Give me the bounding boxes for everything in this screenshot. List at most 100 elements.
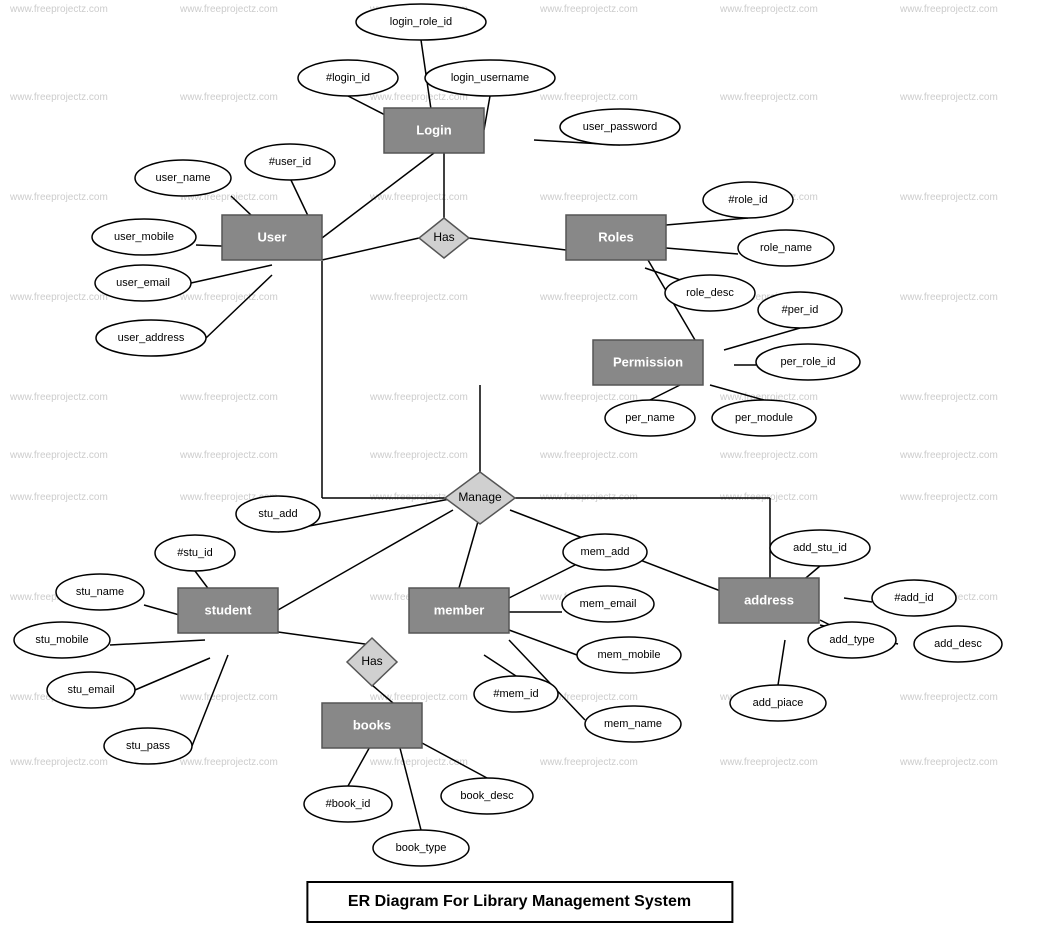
svg-text:user_email: user_email	[116, 277, 170, 289]
svg-text:www.freeprojectz.com: www.freeprojectz.com	[369, 192, 468, 203]
svg-text:per_module: per_module	[735, 412, 793, 424]
svg-text:www.freeprojectz.com: www.freeprojectz.com	[179, 692, 278, 703]
attr-add-stu-id: add_stu_id	[770, 530, 870, 566]
svg-text:www.freeprojectz.com: www.freeprojectz.com	[539, 292, 638, 303]
attr-stu-add: stu_add	[236, 496, 320, 532]
entity-roles-label: Roles	[598, 229, 633, 244]
svg-text:www.freeprojectz.com: www.freeprojectz.com	[899, 492, 998, 503]
svg-text:book_type: book_type	[396, 842, 447, 854]
attr-user-address: user_address	[96, 320, 206, 356]
attr-book-type: book_type	[373, 830, 469, 866]
svg-text:www.freeprojectz.com: www.freeprojectz.com	[9, 92, 108, 103]
attr-login-role-id: login_role_id	[356, 4, 486, 40]
svg-text:#login_id: #login_id	[326, 72, 370, 84]
svg-text:user_address: user_address	[118, 332, 185, 344]
svg-text:www.freeprojectz.com: www.freeprojectz.com	[539, 757, 638, 768]
svg-text:#book_id: #book_id	[326, 798, 371, 810]
attr-mem-email: mem_email	[562, 586, 654, 622]
svg-text:www.freeprojectz.com: www.freeprojectz.com	[179, 450, 278, 461]
svg-text:mem_name: mem_name	[604, 718, 662, 730]
svg-text:role_name: role_name	[760, 242, 812, 254]
svg-text:login_role_id: login_role_id	[390, 16, 452, 28]
attr-user-id: #user_id	[245, 144, 335, 180]
svg-text:book_desc: book_desc	[460, 790, 514, 802]
svg-text:#mem_id: #mem_id	[493, 688, 538, 700]
svg-text:#stu_id: #stu_id	[177, 547, 212, 559]
line-role-id	[666, 218, 748, 225]
line-manage-member	[459, 518, 479, 588]
svg-text:mem_add: mem_add	[581, 546, 630, 558]
svg-text:www.freeprojectz.com: www.freeprojectz.com	[369, 757, 468, 768]
line-mem-id	[484, 655, 516, 676]
relation-has2-label: Has	[361, 654, 382, 668]
entity-login-label: Login	[416, 122, 451, 137]
svg-text:stu_email: stu_email	[67, 684, 114, 696]
entity-permission-label: Permission	[613, 354, 683, 369]
svg-text:role_desc: role_desc	[686, 287, 734, 299]
svg-text:www.freeprojectz.com: www.freeprojectz.com	[539, 4, 638, 15]
line-role-name	[666, 248, 738, 254]
relation-manage-label: Manage	[458, 490, 502, 504]
svg-text:www.freeprojectz.com: www.freeprojectz.com	[179, 392, 278, 403]
attr-stu-name: stu_name	[56, 574, 144, 610]
entity-student-label: student	[205, 602, 253, 617]
relation-has-label: Has	[433, 230, 454, 244]
svg-text:user_mobile: user_mobile	[114, 231, 174, 243]
line-user-email	[191, 265, 272, 283]
svg-text:www.freeprojectz.com: www.freeprojectz.com	[369, 292, 468, 303]
svg-text:www.freeprojectz.com: www.freeprojectz.com	[899, 692, 998, 703]
svg-text:login_username: login_username	[451, 72, 529, 84]
svg-text:www.freeprojectz.com: www.freeprojectz.com	[899, 4, 998, 15]
svg-text:www.freeprojectz.com: www.freeprojectz.com	[9, 757, 108, 768]
svg-text:www.freeprojectz.com: www.freeprojectz.com	[539, 450, 638, 461]
svg-text:www.freeprojectz.com: www.freeprojectz.com	[369, 692, 468, 703]
svg-text:www.freeprojectz.com: www.freeprojectz.com	[9, 450, 108, 461]
svg-text:stu_pass: stu_pass	[126, 740, 171, 752]
line-has-roles	[469, 238, 566, 250]
svg-text:www.freeprojectz.com: www.freeprojectz.com	[539, 92, 638, 103]
svg-text:per_role_id: per_role_id	[780, 356, 835, 368]
attr-stu-mobile: stu_mobile	[14, 622, 110, 658]
attr-stu-pass: stu_pass	[104, 728, 192, 764]
svg-text:www.freeprojectz.com: www.freeprojectz.com	[539, 392, 638, 403]
svg-text:add_piace: add_piace	[753, 697, 804, 709]
svg-text:stu_name: stu_name	[76, 586, 124, 598]
svg-text:www.freeprojectz.com: www.freeprojectz.com	[9, 392, 108, 403]
svg-text:add_stu_id: add_stu_id	[793, 542, 847, 554]
diagram-svg: www.freeprojectz.com www.freeprojectz.co…	[0, 0, 1039, 900]
svg-text:www.freeprojectz.com: www.freeprojectz.com	[899, 292, 998, 303]
svg-text:www.freeprojectz.com: www.freeprojectz.com	[719, 757, 818, 768]
svg-text:per_name: per_name	[625, 412, 675, 424]
svg-text:user_password: user_password	[583, 121, 658, 133]
attr-user-name: user_name	[135, 160, 231, 196]
svg-text:www.freeprojectz.com: www.freeprojectz.com	[719, 92, 818, 103]
svg-text:#add_id: #add_id	[894, 592, 933, 604]
line-add-piace	[778, 640, 785, 685]
attr-mem-mobile: mem_mobile	[577, 637, 681, 673]
svg-text:www.freeprojectz.com: www.freeprojectz.com	[539, 192, 638, 203]
attr-add-type: add_type	[808, 622, 896, 658]
attr-stu-id: #stu_id	[155, 535, 235, 571]
svg-text:#per_id: #per_id	[782, 304, 819, 316]
svg-text:www.freeprojectz.com: www.freeprojectz.com	[179, 92, 278, 103]
entity-books-label: books	[353, 717, 391, 732]
line-login-username	[484, 96, 490, 130]
attr-mem-name: mem_name	[585, 706, 681, 742]
attr-per-module: per_module	[712, 400, 816, 436]
attr-per-id: #per_id	[758, 292, 842, 328]
line-user-address	[206, 275, 272, 338]
attr-mem-id: #mem_id	[474, 676, 558, 712]
diagram-title: ER Diagram For Library Management System	[306, 881, 733, 923]
svg-text:stu_mobile: stu_mobile	[35, 634, 88, 646]
svg-text:www.freeprojectz.com: www.freeprojectz.com	[719, 450, 818, 461]
svg-text:#role_id: #role_id	[728, 194, 767, 206]
svg-text:stu_add: stu_add	[258, 508, 297, 520]
attr-user-email: user_email	[95, 265, 191, 301]
svg-text:add_desc: add_desc	[934, 638, 982, 650]
attr-role-desc: role_desc	[665, 275, 755, 311]
attr-mem-add: mem_add	[563, 534, 647, 570]
line-stu-email	[135, 658, 210, 690]
svg-text:www.freeprojectz.com: www.freeprojectz.com	[9, 192, 108, 203]
svg-text:www.freeprojectz.com: www.freeprojectz.com	[899, 450, 998, 461]
line-user-id	[290, 178, 310, 220]
